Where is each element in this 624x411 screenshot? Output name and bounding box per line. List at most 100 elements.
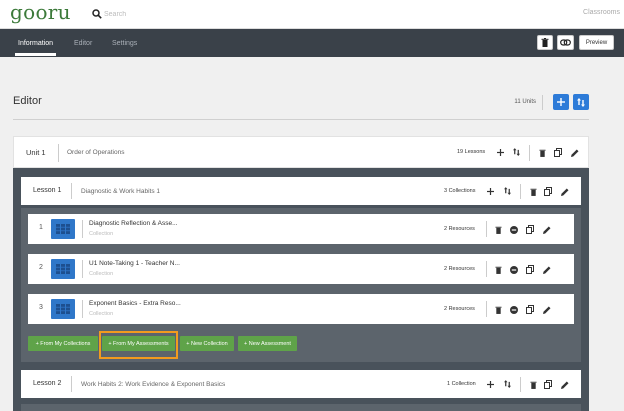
add-lesson-button[interactable] bbox=[495, 147, 505, 157]
top-bar: gooru Classrooms bbox=[0, 0, 624, 29]
tab-editor[interactable]: Editor bbox=[74, 40, 92, 47]
collection-number: 3 bbox=[39, 304, 43, 311]
tab-information[interactable]: Information bbox=[14, 40, 57, 56]
copy-icon bbox=[526, 305, 534, 314]
collections-count: 3 Collections bbox=[444, 188, 476, 194]
sub-nav-bar: Information Editor Settings Preview bbox=[0, 29, 624, 57]
pencil-icon bbox=[561, 381, 569, 389]
divider bbox=[542, 95, 543, 110]
lesson-card[interactable]: Lesson 1 Diagnostic & Work Habits 1 3 Co… bbox=[21, 177, 581, 205]
collection-row[interactable]: 3 Exponent Basics - Extra Reso... Collec… bbox=[28, 294, 574, 324]
grid-icon bbox=[56, 304, 70, 314]
lessons-count: 19 Lessons bbox=[457, 149, 486, 155]
reorder-lessons-button[interactable] bbox=[511, 147, 521, 157]
collection-thumbnail bbox=[51, 219, 75, 239]
new-assessment-button[interactable]: + New Assessment bbox=[238, 336, 297, 351]
copy-link-button[interactable] bbox=[557, 35, 574, 50]
delete-course-button[interactable] bbox=[537, 35, 553, 50]
divider bbox=[13, 119, 589, 120]
divider bbox=[520, 184, 521, 199]
delete-lesson-button[interactable] bbox=[528, 186, 538, 197]
delete-unit-button[interactable] bbox=[537, 147, 547, 158]
remove-collection-button[interactable] bbox=[509, 264, 519, 275]
edit-collection-button[interactable] bbox=[542, 224, 552, 235]
collection-title: Diagnostic Reflection & Asse... bbox=[89, 220, 178, 227]
plus-icon bbox=[557, 98, 565, 106]
delete-lesson-button[interactable] bbox=[528, 379, 538, 390]
trash-icon bbox=[538, 149, 546, 157]
trash-icon bbox=[494, 266, 502, 274]
unit-label: Unit 1 bbox=[26, 148, 46, 157]
copy-unit-button[interactable] bbox=[553, 147, 563, 158]
lesson-card[interactable]: Lesson 2 Work Habits 2: Work Evidence & … bbox=[21, 370, 581, 398]
editor-title: Editor bbox=[13, 95, 42, 107]
pencil-icon bbox=[543, 226, 551, 234]
add-collection-button[interactable] bbox=[485, 379, 495, 389]
edit-unit-button[interactable] bbox=[570, 147, 580, 158]
delete-collection-button[interactable] bbox=[493, 304, 503, 315]
unit-title: Order of Operations bbox=[67, 149, 125, 156]
collection-row[interactable]: 1 Diagnostic Reflection & Asse... Collec… bbox=[28, 214, 574, 244]
edit-collection-button[interactable] bbox=[542, 304, 552, 315]
divider bbox=[486, 221, 487, 237]
collection-type: Collection bbox=[89, 231, 114, 237]
edit-collection-button[interactable] bbox=[542, 264, 552, 275]
pencil-icon bbox=[571, 149, 579, 157]
collection-type: Collection bbox=[89, 311, 114, 317]
plus-icon bbox=[486, 380, 494, 388]
collection-title: Exponent Basics - Extra Reso... bbox=[89, 300, 181, 307]
collections-count: 1 Collection bbox=[447, 381, 476, 387]
new-collection-button[interactable]: + New Collection bbox=[180, 336, 234, 351]
divider bbox=[520, 377, 521, 392]
divider bbox=[82, 300, 83, 318]
trash-icon bbox=[541, 38, 549, 47]
divider bbox=[58, 144, 59, 162]
minus-circle-icon bbox=[510, 265, 518, 274]
remove-collection-button[interactable] bbox=[509, 224, 519, 235]
resources-count: 2 Resources bbox=[444, 266, 475, 272]
copy-collection-button[interactable] bbox=[525, 304, 535, 315]
reorder-collections-button[interactable] bbox=[502, 379, 512, 389]
divider bbox=[71, 376, 72, 392]
add-unit-button[interactable] bbox=[553, 94, 569, 110]
lesson-title: Diagnostic & Work Habits 1 bbox=[81, 188, 160, 195]
tab-settings[interactable]: Settings bbox=[112, 40, 137, 47]
units-count: 11 Units bbox=[514, 99, 536, 105]
lesson-label: Lesson 2 bbox=[33, 380, 62, 387]
grid-icon bbox=[56, 224, 70, 234]
copy-icon bbox=[554, 148, 562, 157]
collection-title: U1 Note-Taking 1 - Teacher N... bbox=[89, 260, 180, 267]
delete-collection-button[interactable] bbox=[493, 264, 503, 275]
sort-icon bbox=[577, 97, 585, 107]
copy-lesson-button[interactable] bbox=[543, 379, 553, 390]
reorder-units-button[interactable] bbox=[573, 94, 589, 110]
resources-count: 2 Resources bbox=[444, 226, 475, 232]
gooru-logo[interactable]: gooru bbox=[10, 0, 71, 24]
delete-collection-button[interactable] bbox=[493, 224, 503, 235]
remove-collection-button[interactable] bbox=[509, 304, 519, 315]
copy-icon bbox=[526, 265, 534, 274]
copy-collection-button[interactable] bbox=[525, 224, 535, 235]
divider bbox=[529, 145, 530, 161]
search-icon[interactable] bbox=[92, 9, 102, 19]
add-collection-button[interactable] bbox=[485, 186, 495, 196]
divider bbox=[486, 261, 487, 277]
preview-button[interactable]: Preview bbox=[579, 35, 614, 50]
pencil-icon bbox=[561, 188, 569, 196]
collection-number: 1 bbox=[39, 224, 43, 231]
collection-row[interactable]: 2 U1 Note-Taking 1 - Teacher N... Collec… bbox=[28, 254, 574, 284]
copy-lesson-button[interactable] bbox=[543, 186, 553, 197]
from-my-collections-button[interactable]: + From My Collections bbox=[28, 336, 98, 351]
copy-icon bbox=[544, 187, 552, 196]
lesson-title: Work Habits 2: Work Evidence & Exponent … bbox=[81, 381, 226, 388]
lesson-content-area bbox=[21, 404, 581, 411]
lesson-label: Lesson 1 bbox=[33, 187, 62, 194]
search-input[interactable] bbox=[104, 8, 264, 21]
copy-collection-button[interactable] bbox=[525, 264, 535, 275]
unit-card[interactable]: Unit 1 Order of Operations 19 Lessons bbox=[13, 136, 589, 168]
reorder-collections-button[interactable] bbox=[502, 186, 512, 196]
edit-lesson-button[interactable] bbox=[560, 186, 570, 197]
edit-lesson-button[interactable] bbox=[560, 379, 570, 390]
classrooms-link[interactable]: Classrooms bbox=[583, 9, 620, 16]
link-icon bbox=[560, 39, 571, 46]
